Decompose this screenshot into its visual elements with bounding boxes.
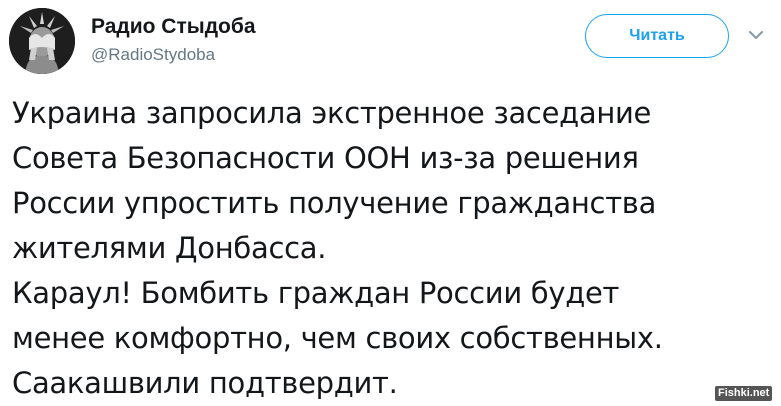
tweet-line: Украина запросила экстренное заседание bbox=[12, 96, 652, 130]
tweet-line: жителями Донбасса. bbox=[12, 231, 327, 265]
tweet-line: Совета Безопасности ООН из-за решения bbox=[12, 141, 639, 175]
display-name[interactable]: Радио Стыдоба bbox=[91, 13, 256, 41]
avatar-image bbox=[9, 8, 75, 74]
tweet-line: Караул! Бомбить граждан России будет bbox=[12, 276, 620, 310]
user-handle[interactable]: @RadioStydoba bbox=[91, 43, 256, 67]
user-info[interactable]: Радио Стыдоба @RadioStydoba bbox=[91, 13, 256, 67]
follow-button[interactable]: Читать bbox=[585, 14, 729, 58]
tweet-line: России упростить получение гражданства bbox=[12, 186, 657, 220]
tweet-line: Саакашвили подтвердит. bbox=[12, 366, 398, 400]
watermark: Fishki.net bbox=[715, 386, 773, 401]
chevron-down-icon[interactable] bbox=[746, 28, 766, 42]
avatar[interactable] bbox=[9, 8, 75, 74]
tweet-text: Украина запросила экстренное заседание С… bbox=[12, 91, 772, 406]
tweet-line: менее комфортно, чем своих собственных. bbox=[12, 321, 663, 355]
